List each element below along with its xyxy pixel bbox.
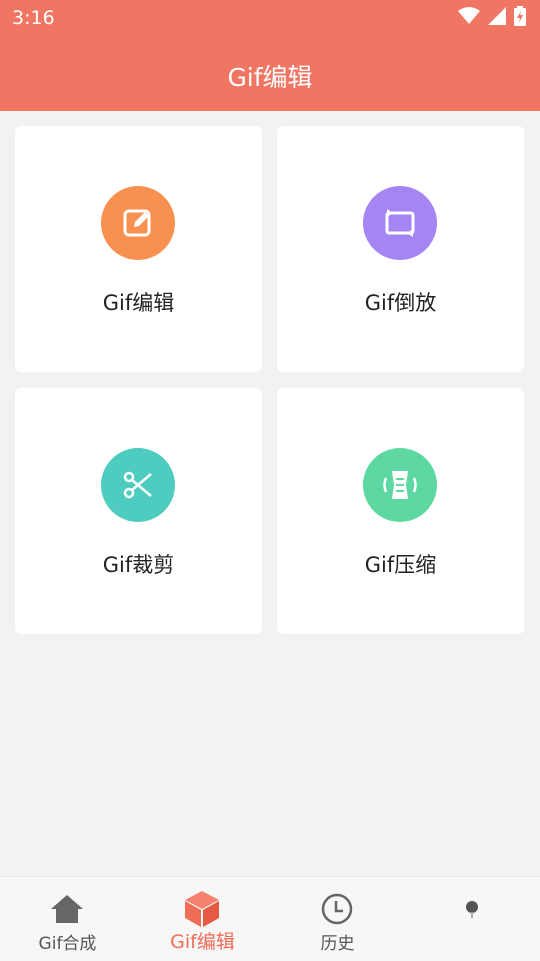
nav-label: 历史: [320, 934, 355, 954]
card-label: Gif裁剪: [102, 553, 175, 577]
reverse-circle: [363, 186, 437, 260]
page-title: Gif编辑: [227, 63, 313, 92]
reverse-icon: [385, 209, 415, 237]
edit-icon: [123, 209, 151, 237]
nav-item-gif-edit[interactable]: Gif编辑: [135, 877, 270, 961]
dot-icon-wrap: [452, 891, 492, 927]
edit-circle: [101, 186, 175, 260]
nav-label: Gif编辑: [170, 931, 235, 953]
nav-item-history[interactable]: 历史: [270, 877, 405, 961]
wifi-icon: [458, 7, 480, 24]
clock-icon: [321, 893, 353, 925]
cube-icon-wrap: [182, 891, 222, 927]
status-bar: 3:16: [0, 0, 540, 36]
card-gif-compress[interactable]: Gif压缩: [277, 388, 524, 634]
dot-icon: [466, 901, 478, 918]
status-icons: [458, 6, 526, 26]
card-label: Gif倒放: [364, 291, 437, 315]
cube-icon: [185, 891, 219, 927]
bottom-nav: Gif合成 Gif编辑 历史: [0, 876, 540, 961]
compress-circle: [363, 448, 437, 522]
nav-label: Gif合成: [38, 934, 97, 954]
card-gif-reverse[interactable]: Gif倒放: [277, 126, 524, 372]
card-gif-crop[interactable]: Gif裁剪: [15, 388, 262, 634]
home-icon-wrap: [47, 891, 87, 927]
clock-icon-wrap: [317, 891, 357, 927]
signal-icon: [488, 7, 506, 25]
scissors-circle: [101, 448, 175, 522]
card-gif-edit[interactable]: Gif编辑: [15, 126, 262, 372]
nav-item-more[interactable]: [405, 877, 540, 961]
home-icon: [51, 895, 83, 923]
nav-item-gif-compose[interactable]: Gif合成: [0, 877, 135, 961]
status-time: 3:16: [12, 7, 55, 29]
scissors-icon: [123, 471, 152, 499]
battery-icon: [514, 6, 526, 26]
card-label: Gif压缩: [364, 553, 437, 577]
card-label: Gif编辑: [102, 291, 175, 315]
app-header: 3:16 Gif编辑: [0, 0, 540, 111]
compress-icon: [383, 471, 417, 499]
